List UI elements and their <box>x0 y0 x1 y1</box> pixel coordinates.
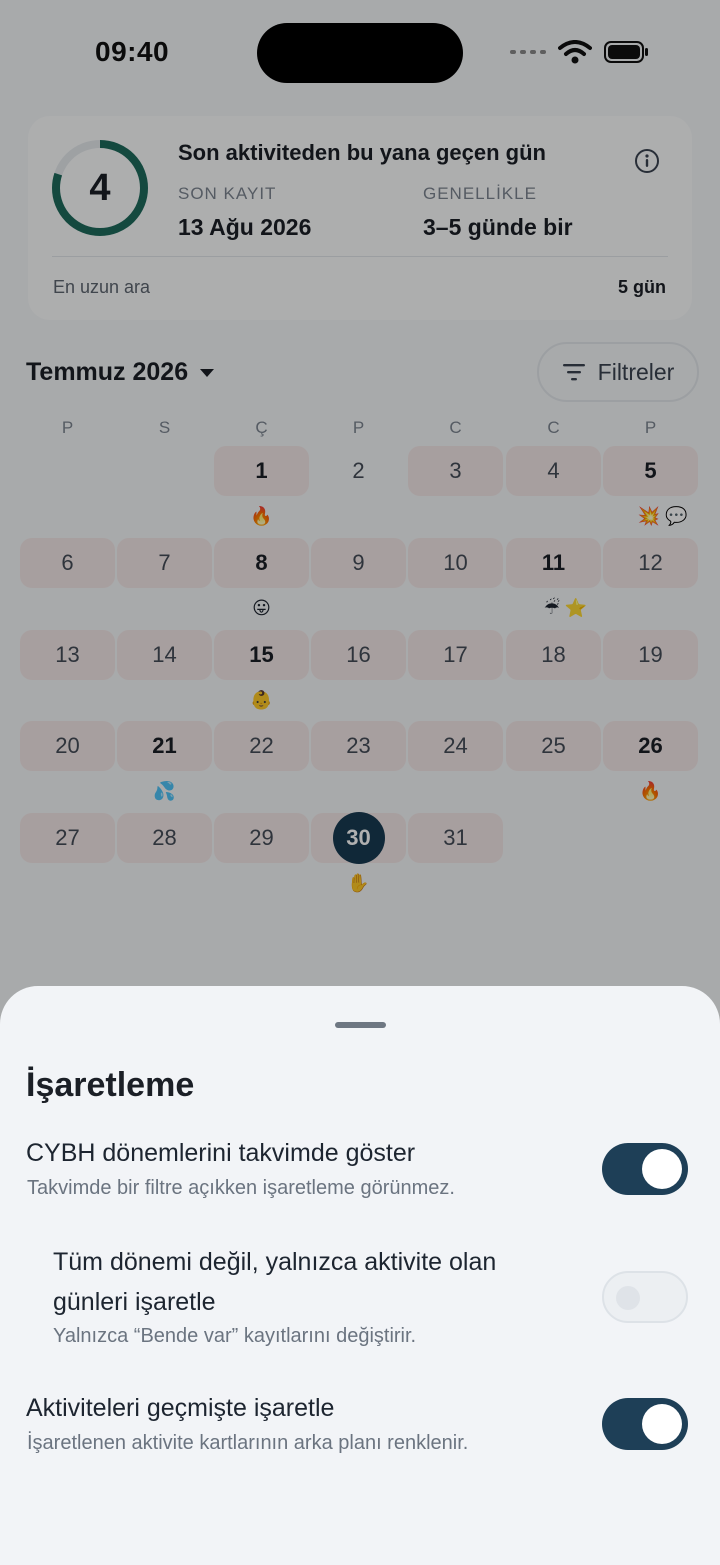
option-subtitle: İşaretlenen aktivite kartlarının arka pl… <box>27 1432 469 1454</box>
option-title: CYBH dönemlerini takvimde göster <box>26 1139 416 1167</box>
sheet-title: İşaretleme <box>26 1066 195 1104</box>
marking-bottom-sheet: İşaretleme CYBH dönemlerini takvimde gös… <box>0 986 720 1565</box>
option-title: Aktiviteleri geçmişte işaretle <box>26 1394 335 1422</box>
toggle-knob <box>642 1149 682 1189</box>
toggle-mark-past-activities[interactable] <box>602 1398 688 1450</box>
option-subtitle: Takvimde bir filtre açıkken işaretleme g… <box>27 1177 455 1199</box>
sheet-drag-handle[interactable] <box>335 1022 386 1028</box>
option-title: Tüm dönemi değil, yalnızca aktivite olan… <box>53 1248 497 1316</box>
screen: 09:40 4 Son aktiviteden bu yana geçen gü… <box>0 0 720 1565</box>
toggle-only-activity-days[interactable] <box>602 1271 688 1323</box>
toggle-show-periods[interactable] <box>602 1143 688 1195</box>
toggle-knob <box>642 1404 682 1444</box>
toggle-knob <box>616 1286 640 1310</box>
option-subtitle: Yalnızca “Bende var” kayıtlarını değişti… <box>53 1325 417 1347</box>
